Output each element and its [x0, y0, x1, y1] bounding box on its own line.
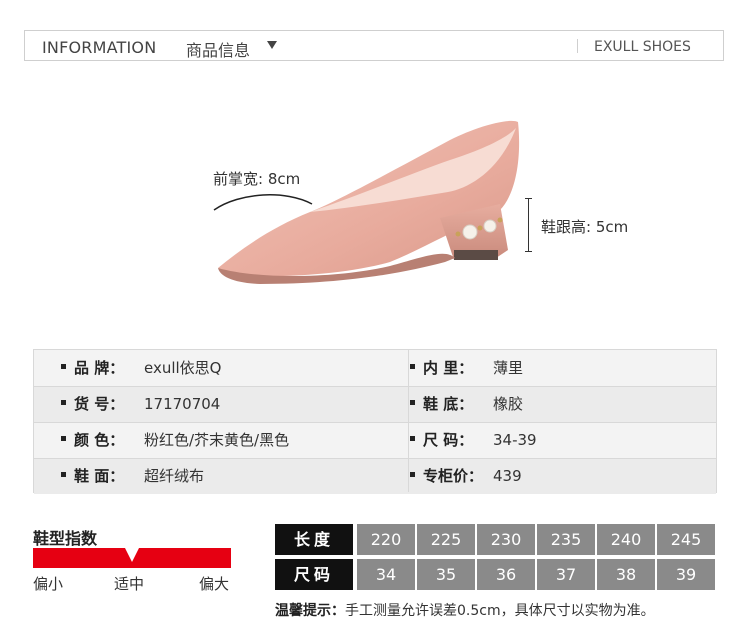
product-info-table: 品 牌： exull依思Q 内 里： 薄里 货 号： 17170704 鞋 底： 橡胶 … — [33, 349, 717, 494]
header-brand: EXULL SHOES — [594, 39, 691, 55]
scale-fit: 适中 — [114, 575, 145, 593]
info-value: 439 — [493, 467, 522, 485]
info-value: 薄里 — [493, 359, 524, 377]
bullet-icon — [61, 364, 66, 369]
bullet-icon — [61, 472, 66, 477]
bullet-icon — [410, 400, 415, 405]
length-cell: 225 — [417, 524, 475, 555]
size-chart-size-row: 尺码 34 35 36 37 38 39 — [275, 559, 717, 590]
length-cell: 230 — [477, 524, 535, 555]
info-cell: 货 号： 17170704 — [61, 386, 381, 422]
bullet-icon — [410, 364, 415, 369]
note-label: 温馨提示： — [275, 603, 345, 619]
heel-height-indicator — [525, 198, 532, 252]
size-chart-length-row: 长度 220 225 230 235 240 245 — [275, 524, 717, 555]
info-value: exull依思Q — [144, 359, 222, 377]
info-row: 颜 色： 粉红色/芥末黄色/黑色 尺 码： 34-39 — [34, 422, 716, 458]
size-cell: 38 — [597, 559, 655, 590]
info-value: 34-39 — [493, 431, 537, 449]
bullet-icon — [61, 400, 66, 405]
info-label: 专柜价： — [423, 467, 484, 485]
note-text: 手工测量允许误差0.5cm，具体尺寸以实物为准。 — [345, 603, 655, 619]
length-cell: 220 — [357, 524, 415, 555]
scale-large: 偏大 — [199, 575, 230, 593]
info-cell: 内 里： 薄里 — [410, 350, 710, 386]
size-cell: 37 — [537, 559, 595, 590]
column-divider — [408, 350, 409, 492]
forefoot-width-label: 前掌宽: 8cm — [213, 170, 301, 188]
header-title-en: INFORMATION — [42, 38, 157, 57]
size-cell: 39 — [657, 559, 715, 590]
info-row: 货 号： 17170704 鞋 底： 橡胶 — [34, 386, 716, 422]
size-cell: 34 — [357, 559, 415, 590]
header-divider — [577, 39, 578, 53]
info-row: 品 牌： exull依思Q 内 里： 薄里 — [34, 350, 716, 386]
length-cell: 240 — [597, 524, 655, 555]
info-label: 鞋 面： — [74, 467, 125, 485]
info-cell: 专柜价： 439 — [410, 458, 710, 494]
bullet-icon — [61, 436, 66, 441]
info-header-bar: INFORMATION 商品信息 EXULL SHOES — [24, 30, 724, 61]
info-label: 品 牌： — [74, 359, 125, 377]
size-cell: 36 — [477, 559, 535, 590]
info-value: 橡胶 — [493, 395, 524, 413]
length-header: 长度 — [275, 524, 353, 555]
triangle-down-icon — [267, 41, 277, 49]
info-label: 颜 色： — [74, 431, 125, 449]
size-cell: 35 — [417, 559, 475, 590]
size-note: 温馨提示：手工测量允许误差0.5cm，具体尺寸以实物为准。 — [275, 600, 655, 620]
info-label: 内 里： — [423, 359, 474, 377]
info-cell: 颜 色： 粉红色/芥末黄色/黑色 — [61, 422, 381, 458]
info-cell: 鞋 底： 橡胶 — [410, 386, 710, 422]
scale-small: 偏小 — [33, 575, 64, 593]
info-cell: 尺 码： 34-39 — [410, 422, 710, 458]
info-cell: 鞋 面： 超纤绒布 — [61, 458, 381, 494]
heel-height-label: 鞋跟高: 5cm — [541, 218, 629, 236]
triangle-down-indicator-icon — [125, 548, 139, 562]
info-label: 尺 码： — [423, 431, 474, 449]
bullet-icon — [410, 472, 415, 477]
info-cell: 品 牌： exull依思Q — [61, 350, 381, 386]
size-header: 尺码 — [275, 559, 353, 590]
info-value: 超纤绒布 — [144, 467, 205, 485]
bullet-icon — [410, 436, 415, 441]
length-cell: 245 — [657, 524, 715, 555]
info-row: 鞋 面： 超纤绒布 专柜价： 439 — [34, 458, 716, 494]
shoe-type-title: 鞋型指数 — [33, 529, 98, 548]
info-value: 17170704 — [144, 395, 221, 413]
info-label: 鞋 底： — [423, 395, 474, 413]
info-label: 货 号： — [74, 395, 125, 413]
info-value: 粉红色/芥末黄色/黑色 — [144, 431, 290, 449]
length-cell: 235 — [537, 524, 595, 555]
header-title-cn: 商品信息 — [186, 41, 251, 60]
shoe-image — [213, 120, 520, 284]
